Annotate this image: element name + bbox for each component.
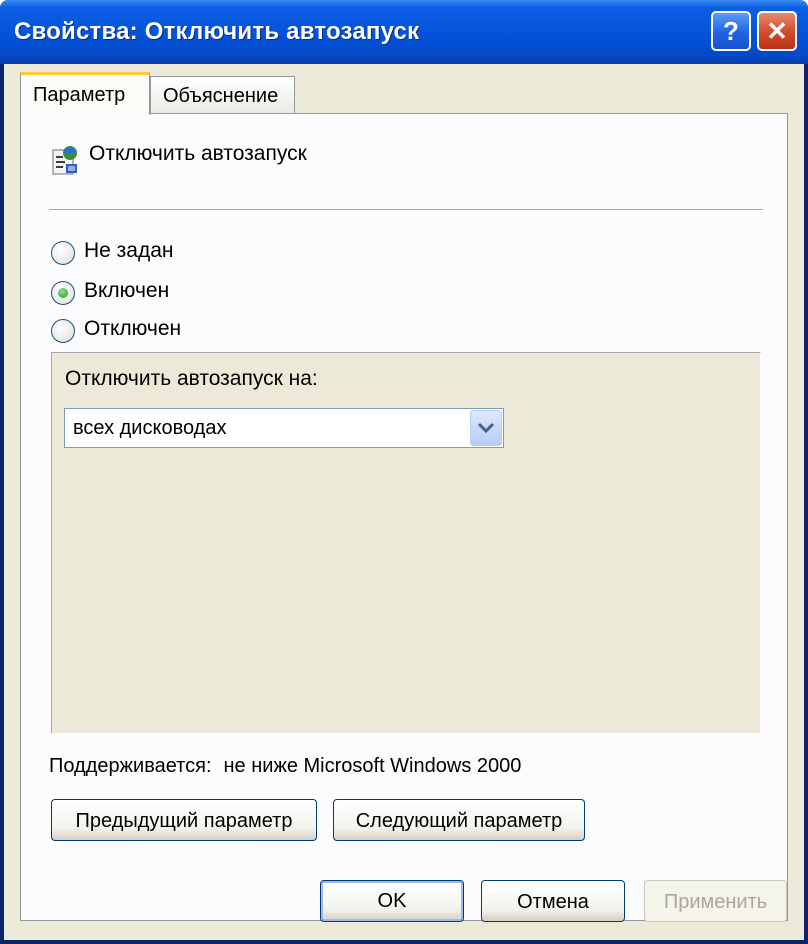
radio-button[interactable] [51, 241, 75, 265]
separator-line [49, 209, 763, 211]
radio-button[interactable] [51, 319, 75, 343]
previous-setting-button[interactable]: Предыдущий параметр [51, 799, 317, 841]
close-button[interactable]: ✕ [757, 11, 797, 51]
title-bar[interactable]: Свойства: Отключить автозапуск ? ✕ [0, 0, 808, 64]
supported-on-text: Поддерживается: не ниже Microsoft Windows… [49, 755, 521, 778]
options-label: Отключить автозапуск на: [65, 367, 318, 390]
help-button[interactable]: ? [711, 11, 751, 51]
tab-panel: Отключить автозапуск Не задан Включен От… [20, 113, 788, 921]
properties-dialog: Свойства: Отключить автозапуск ? ✕ Парам… [0, 0, 808, 944]
radio-dot-icon [58, 288, 68, 298]
dialog-client-area: Параметр Объяснение Отключить автозапуск… [4, 64, 804, 940]
next-setting-button[interactable]: Следующий параметр [333, 799, 585, 841]
radio-button-selected[interactable] [51, 281, 75, 305]
ok-button[interactable]: OK [320, 880, 464, 922]
policy-title: Отключить автозапуск [89, 142, 307, 165]
dropdown-value: всех дисководах [73, 417, 227, 439]
supported-label: Поддерживается: [49, 755, 212, 777]
dropdown-button[interactable] [470, 410, 502, 446]
radio-label: Отключен [84, 317, 182, 340]
cancel-button[interactable]: Отмена [481, 880, 625, 922]
drive-type-dropdown[interactable]: всех дисководах [64, 408, 504, 448]
options-panel: Отключить автозапуск на: всех дисководах [51, 352, 761, 734]
radio-label: Включен [84, 279, 170, 302]
radio-label: Не задан [84, 239, 174, 262]
supported-value: не ниже Microsoft Windows 2000 [223, 755, 522, 777]
chevron-down-icon [477, 422, 495, 434]
tab-explanation[interactable]: Объяснение [150, 76, 295, 113]
policy-setting-icon [52, 146, 77, 175]
window-title: Свойства: Отключить автозапуск [14, 18, 420, 45]
tab-parameter[interactable]: Параметр [20, 72, 150, 115]
apply-button[interactable]: Применить [644, 880, 787, 922]
